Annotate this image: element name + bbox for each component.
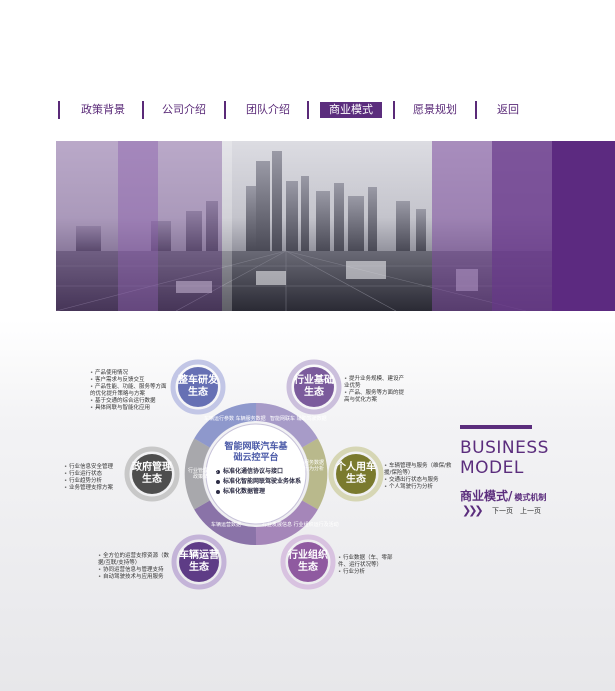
nav-separator	[475, 101, 477, 119]
ring-label-assist-data: 智能网联车 辅助驾驶数据	[270, 416, 327, 422]
notes-personal: 车辆管理与服务（维保/救援/保险等） 交通出行状态与服务 个人驾驶行为分析	[384, 463, 456, 491]
node-industry-base-ecosystem: 行业基础生态	[294, 375, 334, 398]
pager: ❯❯❯ 下一页 上一页	[462, 504, 612, 518]
nav-item-company[interactable]: 公司介绍	[159, 102, 209, 118]
node-personal-ecosystem: 个人用车生态	[336, 462, 376, 485]
node-government-ecosystem: 政府管理生态	[132, 462, 172, 485]
nav-separator	[58, 101, 60, 119]
nav-item-team[interactable]: 团队介绍	[243, 102, 293, 118]
title-chinese-main: 商业模式/	[460, 489, 513, 503]
notes-industry-org: 行业数据（车、零部件、运行状况等） 行业分析	[338, 555, 402, 576]
notes-government: 行业信息安全管理 行业运行状态 行业趋势分析 业务管理支撑方案	[64, 464, 113, 492]
platform-standards-list: 标准化通信协议与接口 标准化智能网联驾驶业务体系 标准化数据管理	[216, 468, 306, 498]
nav-separator	[393, 101, 395, 119]
nav-separator	[142, 101, 144, 119]
ring-label-industry-info: 行业发展信息 行业组织运行及活动	[262, 522, 339, 528]
title-english-line1: BUSINESS	[460, 438, 549, 458]
node-oem-ecosystem: 整车研发生态	[178, 375, 218, 398]
city-banner-image	[56, 141, 615, 311]
chevrons-icon: ❯❯❯	[462, 504, 484, 517]
platform-standard-item: 标准化智能网联驾驶业务体系	[216, 478, 306, 486]
node-industry-org-ecosystem: 行业组织生态	[288, 550, 328, 573]
next-page-link[interactable]: 下一页	[492, 506, 513, 516]
platform-title: 智能网联汽车基础云控平台	[224, 442, 288, 463]
node-fleet-ecosystem: 车辆运营生态	[179, 550, 219, 573]
title-chinese: 商业模式/模式机制	[460, 485, 610, 504]
nav-item-back[interactable]: 返回	[490, 102, 526, 118]
platform-standard-item: 标准化数据管理	[216, 488, 306, 496]
notes-oem: 产品使用情况 客户需求与反馈交互 产品性能、功能、服务等方面的优化提升策略与方案…	[90, 370, 170, 412]
business-model-diagram: 智能网联汽车基础云控平台 标准化通信协议与接口 标准化智能网联驾驶业务体系 标准…	[56, 350, 456, 600]
ring-label-vehicle-data: 车辆运行参数 车辆服务数据	[204, 416, 266, 422]
ring-label-fleet-data: 车辆运营数据	[210, 522, 241, 528]
notes-fleet: 全方位的运营支撑资源（数据/互联/支持等） 协同运营信息与管理支持 自动驾驶技术…	[98, 553, 172, 581]
nav-item-policy[interactable]: 政策背景	[78, 102, 128, 118]
prev-page-link[interactable]: 上一页	[520, 506, 541, 516]
business-model-title-block: BUSINESS MODEL 商业模式/模式机制	[460, 425, 610, 504]
top-nav: 政策背景 公司介绍 团队介绍 商业模式 愿景规划 返回	[58, 101, 558, 119]
notes-industry-base: 提升业务规模、建设产业优势 产品、服务等方面的提高与优化方案	[344, 376, 404, 404]
title-accent-bar	[460, 425, 532, 429]
title-english-line2: MODEL	[460, 458, 524, 478]
nav-item-business-model[interactable]: 商业模式	[320, 102, 382, 118]
title-chinese-sub: 模式机制	[514, 493, 547, 502]
ring-label-mobility: 出行服务数据 驾驶行为分析	[294, 460, 325, 472]
ring-label-regulation: 行业管理数据 政策法规	[188, 468, 219, 480]
nav-item-vision[interactable]: 愿景规划	[410, 102, 460, 118]
nav-separator	[224, 101, 226, 119]
platform-standard-item: 标准化通信协议与接口	[216, 468, 306, 476]
nav-separator	[307, 101, 309, 119]
